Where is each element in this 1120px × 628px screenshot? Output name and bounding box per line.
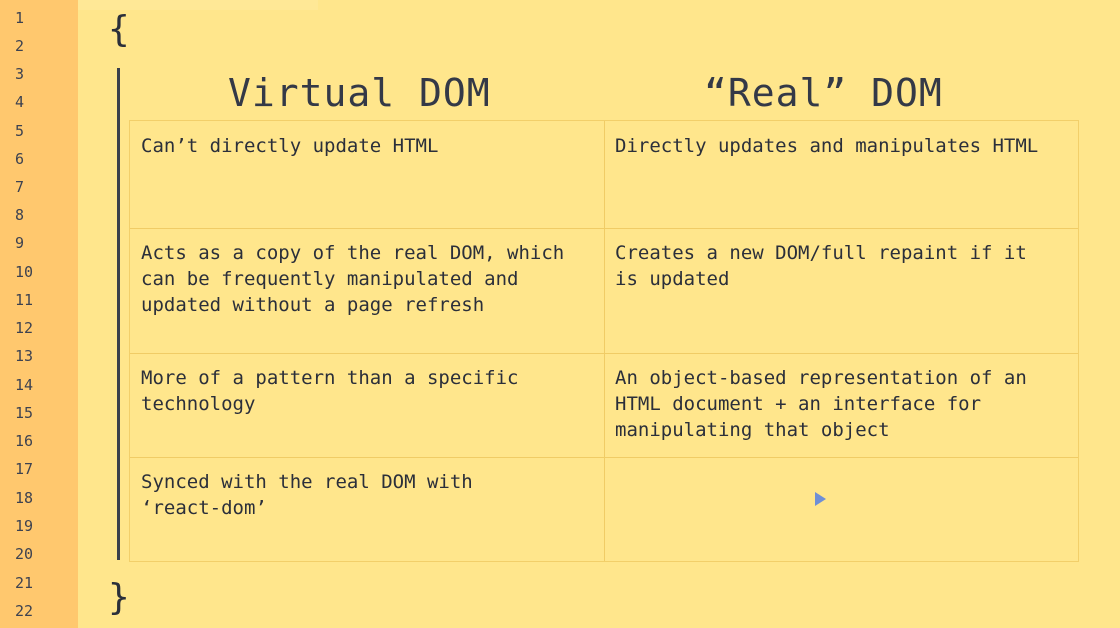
cell-row2-virtual: Acts as a copy of the real DOM, which ca… [141,242,565,316]
line-number-gutter: 1 2 3 4 5 6 7 8 9 10 11 12 13 14 15 16 1… [0,0,78,628]
cell-row3-real: An object-based representation of an HTM… [615,367,1027,441]
line-number: 17 [15,460,34,478]
line-number: 19 [15,517,34,535]
open-brace: { [108,9,130,50]
line-number: 14 [15,376,34,394]
line-number: 21 [15,574,34,592]
row-divider [130,457,1078,458]
line-number: 2 [15,37,25,55]
line-number: 12 [15,319,34,337]
line-number: 11 [15,291,34,309]
cell-row2-real: Creates a new DOM/full repaint if it is … [615,242,1027,290]
line-number: 18 [15,489,34,507]
cell-row1-virtual: Can’t directly update HTML [141,135,439,157]
cell-row4-virtual: Synced with the real DOM with ‘react-dom… [141,471,473,519]
close-brace: } [108,577,130,618]
cell-row1-real: Directly updates and manipulates HTML [615,135,1039,157]
line-number: 6 [15,150,25,168]
line-number: 9 [15,234,25,252]
line-number: 15 [15,404,34,422]
line-number: 10 [15,263,34,281]
line-number: 16 [15,432,34,450]
row-divider [130,353,1078,354]
heading-virtual-dom: Virtual DOM [228,71,491,115]
line-number: 1 [15,9,25,27]
comparison-table: Can’t directly update HTML Directly upda… [129,120,1079,562]
heading-real-dom: “Real” DOM [704,71,943,115]
line-number: 20 [15,545,34,563]
block-indent-bar [117,68,120,560]
mouse-pointer-icon [815,492,826,506]
column-divider [604,121,605,561]
row-divider [130,228,1078,229]
line-number: 4 [15,93,25,111]
cell-row3-virtual: More of a pattern than a specific techno… [141,367,519,415]
line-number: 7 [15,178,25,196]
line-number: 22 [15,602,34,620]
line-number: 13 [15,347,34,365]
line-number: 8 [15,206,25,224]
line-number: 3 [15,65,25,83]
line-number: 5 [15,122,25,140]
